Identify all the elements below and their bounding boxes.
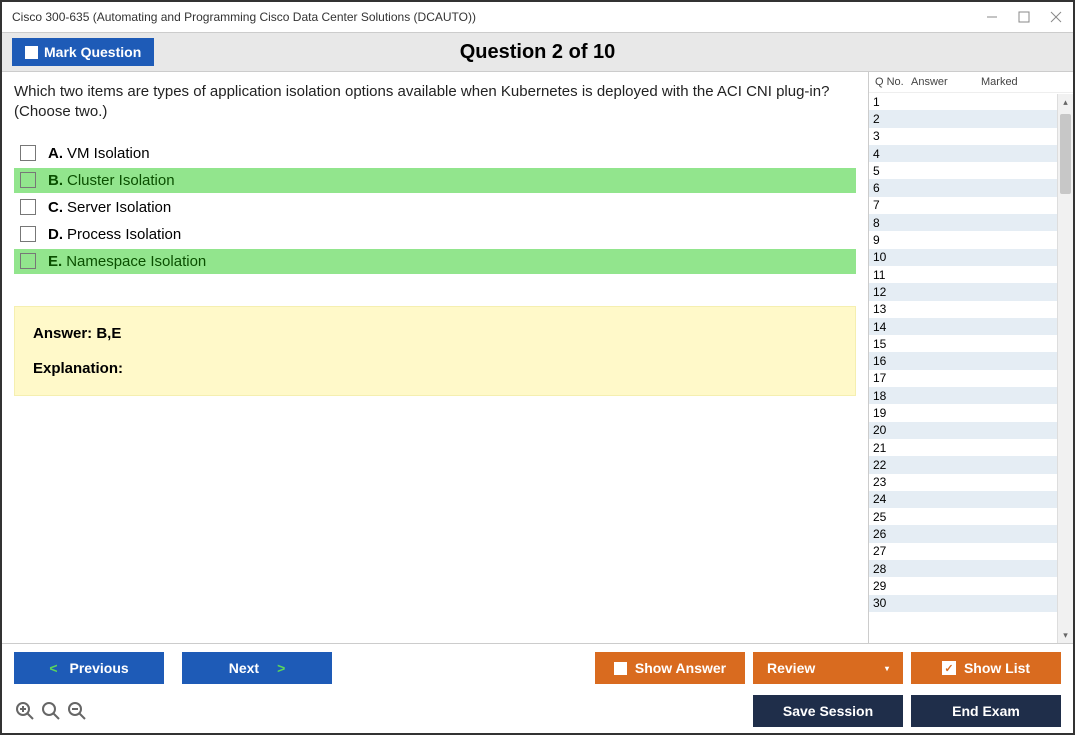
scrollbar[interactable]: ▴ ▾ [1057, 94, 1073, 643]
qlist-row[interactable]: 4 [869, 145, 1073, 162]
show-list-button[interactable]: ✓ Show List [911, 652, 1061, 684]
app-window: Cisco 300-635 (Automating and Programmin… [0, 0, 1075, 735]
end-exam-button[interactable]: End Exam [911, 695, 1061, 727]
review-button[interactable]: Review ▾ [753, 652, 903, 684]
previous-button[interactable]: < Previous [14, 652, 164, 684]
option-B[interactable]: B. Cluster Isolation [14, 168, 856, 193]
qlist-row[interactable]: 27 [869, 543, 1073, 560]
option-E[interactable]: E. Namespace Isolation [14, 249, 856, 274]
option-letter: E. [48, 253, 62, 270]
dropdown-icon: ▾ [885, 664, 889, 673]
option-letter: D. [48, 226, 63, 243]
mark-question-button[interactable]: Mark Question [12, 38, 154, 66]
qlist-row[interactable]: 17 [869, 370, 1073, 387]
options-list: A. VM IsolationB. Cluster IsolationC. Se… [14, 141, 856, 276]
scroll-down-icon[interactable]: ▾ [1058, 627, 1073, 643]
qlist-header: Q No. Answer Marked [869, 72, 1073, 93]
qlist-row[interactable]: 29 [869, 577, 1073, 594]
answer-box: Answer: B,E Explanation: [14, 306, 856, 396]
show-list-checkbox-icon: ✓ [942, 661, 956, 675]
main-pane: Which two items are types of application… [2, 72, 868, 643]
option-text: VM Isolation [67, 145, 150, 162]
qlist-row[interactable]: 19 [869, 404, 1073, 421]
button-row-2: Save Session End Exam [14, 695, 1061, 727]
question-list[interactable]: 1234567891011121314151617181920212223242… [869, 93, 1073, 643]
option-checkbox[interactable] [20, 145, 36, 161]
qlist-row[interactable]: 21 [869, 439, 1073, 456]
qlist-row[interactable]: 1 [869, 93, 1073, 110]
option-text: Cluster Isolation [67, 172, 175, 189]
show-answer-checkbox-icon [614, 662, 627, 675]
window-title: Cisco 300-635 (Automating and Programmin… [12, 10, 985, 24]
scroll-thumb[interactable] [1060, 114, 1071, 194]
qlist-row[interactable]: 6 [869, 179, 1073, 196]
answer-line: Answer: B,E [33, 325, 837, 342]
option-text: Server Isolation [67, 199, 171, 216]
option-text: Process Isolation [67, 226, 181, 243]
col-answer: Answer [911, 76, 981, 88]
next-button[interactable]: Next > [182, 652, 332, 684]
zoom-reset-icon[interactable] [40, 700, 62, 722]
qlist-row[interactable]: 12 [869, 283, 1073, 300]
col-marked: Marked [981, 76, 1071, 88]
mark-label: Mark Question [44, 44, 141, 60]
qlist-row[interactable]: 13 [869, 301, 1073, 318]
option-C[interactable]: C. Server Isolation [14, 195, 856, 220]
qlist-row[interactable]: 18 [869, 387, 1073, 404]
maximize-button[interactable] [1017, 10, 1031, 24]
window-controls [985, 10, 1063, 24]
zoom-in-icon[interactable] [14, 700, 36, 722]
qlist-row[interactable]: 7 [869, 197, 1073, 214]
qlist-row[interactable]: 3 [869, 128, 1073, 145]
button-row-1: < Previous Next > Show Answer Review ▾ ✓… [14, 652, 1061, 684]
content-row: Which two items are types of application… [2, 72, 1073, 643]
qlist-row[interactable]: 26 [869, 525, 1073, 542]
qlist-row[interactable]: 22 [869, 456, 1073, 473]
option-text: Namespace Isolation [66, 253, 206, 270]
qlist-row[interactable]: 28 [869, 560, 1073, 577]
qlist-row[interactable]: 2 [869, 110, 1073, 127]
titlebar: Cisco 300-635 (Automating and Programmin… [2, 2, 1073, 32]
question-text: Which two items are types of application… [14, 82, 856, 123]
option-letter: B. [48, 172, 63, 189]
show-answer-button[interactable]: Show Answer [595, 652, 745, 684]
option-checkbox[interactable] [20, 226, 36, 242]
explanation-line: Explanation: [33, 360, 837, 377]
qlist-row[interactable]: 25 [869, 508, 1073, 525]
option-A[interactable]: A. VM Isolation [14, 141, 856, 166]
qlist-row[interactable]: 30 [869, 595, 1073, 612]
qlist-row[interactable]: 10 [869, 249, 1073, 266]
option-letter: C. [48, 199, 63, 216]
qlist-row[interactable]: 23 [869, 474, 1073, 491]
header-bar: Mark Question Question 2 of 10 [2, 32, 1073, 72]
option-letter: A. [48, 145, 63, 162]
qlist-row[interactable]: 15 [869, 335, 1073, 352]
qlist-row[interactable]: 5 [869, 162, 1073, 179]
mark-checkbox-icon [25, 46, 38, 59]
qlist-row[interactable]: 20 [869, 422, 1073, 439]
minimize-button[interactable] [985, 10, 999, 24]
question-heading: Question 2 of 10 [460, 41, 616, 64]
zoom-controls [14, 700, 88, 722]
qlist-row[interactable]: 8 [869, 214, 1073, 231]
zoom-out-icon[interactable] [66, 700, 88, 722]
col-qno: Q No. [871, 76, 911, 88]
qlist-row[interactable]: 9 [869, 231, 1073, 248]
chevron-left-icon: < [49, 660, 57, 676]
question-list-pane: Q No. Answer Marked 12345678910111213141… [868, 72, 1073, 643]
scroll-up-icon[interactable]: ▴ [1058, 94, 1073, 110]
qlist-row[interactable]: 11 [869, 266, 1073, 283]
option-checkbox[interactable] [20, 199, 36, 215]
option-D[interactable]: D. Process Isolation [14, 222, 856, 247]
qlist-row[interactable]: 14 [869, 318, 1073, 335]
save-session-button[interactable]: Save Session [753, 695, 903, 727]
chevron-right-icon: > [277, 660, 285, 676]
bottom-bar: < Previous Next > Show Answer Review ▾ ✓… [2, 643, 1073, 733]
qlist-row[interactable]: 16 [869, 352, 1073, 369]
option-checkbox[interactable] [20, 172, 36, 188]
qlist-row[interactable]: 24 [869, 491, 1073, 508]
option-checkbox[interactable] [20, 253, 36, 269]
close-button[interactable] [1049, 10, 1063, 24]
